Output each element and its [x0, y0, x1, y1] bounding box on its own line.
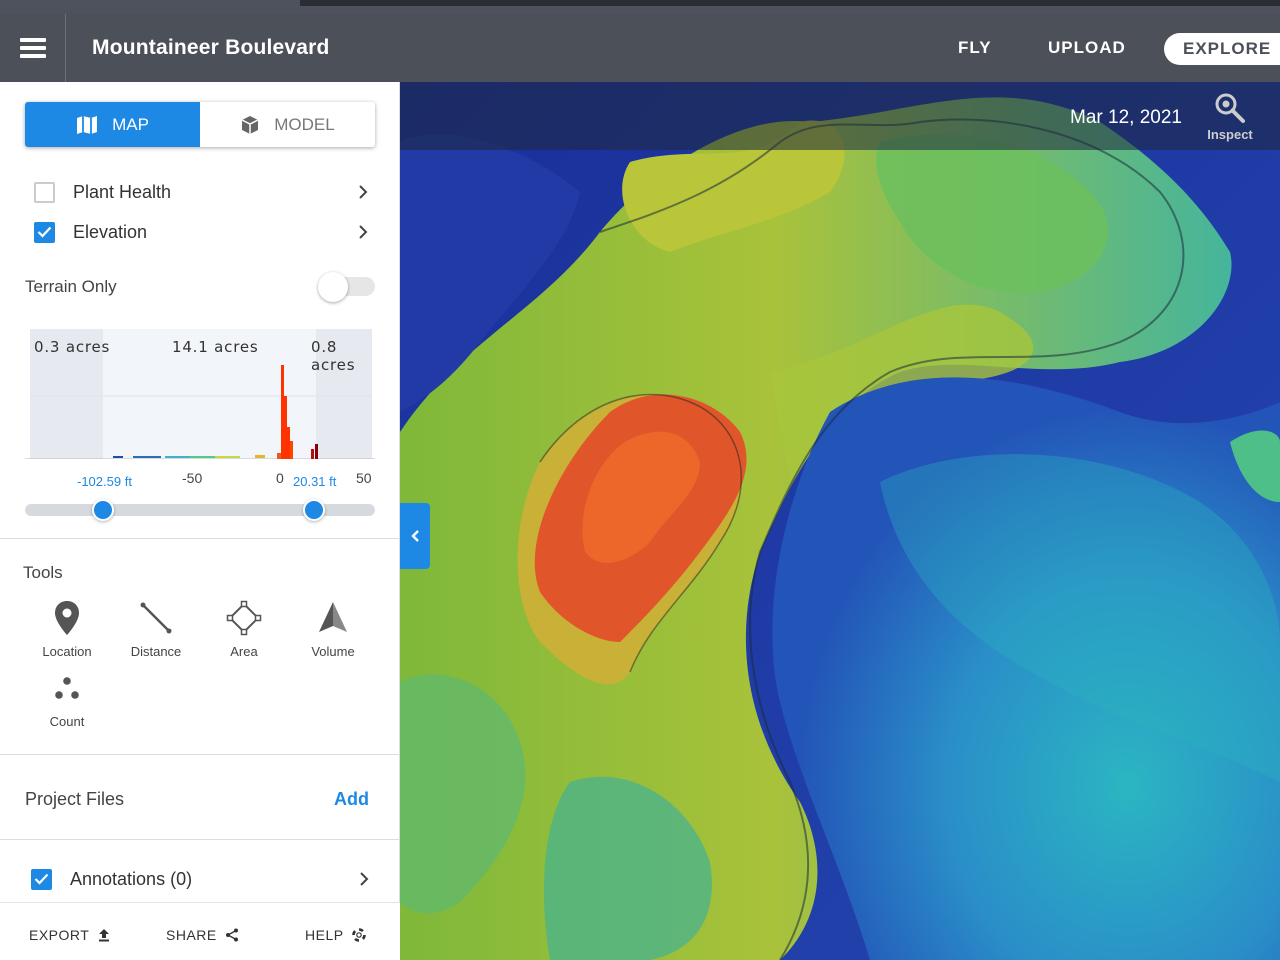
annotations-checkbox[interactable]	[31, 868, 52, 890]
upload-arrow-icon	[99, 929, 110, 942]
chevron-right-icon	[359, 185, 368, 199]
terrain-only-label: Terrain Only	[25, 277, 117, 296]
tick-50: 50	[356, 470, 372, 486]
tick-0: 0	[276, 470, 284, 486]
elevation-checkbox[interactable]	[34, 221, 55, 243]
map-view-label: MAP	[112, 114, 149, 134]
tool-count-label: Count	[49, 714, 85, 729]
elevation-map-image	[400, 82, 1280, 960]
top-bar	[300, 0, 1280, 6]
nav-fly[interactable]: FLY	[958, 14, 992, 82]
hamburger-icon	[19, 38, 46, 58]
share-button[interactable]: SHARE	[166, 927, 239, 943]
layer-plant-health[interactable]: Plant Health	[34, 180, 370, 204]
export-label: EXPORT	[29, 927, 90, 943]
divider	[0, 839, 400, 840]
inspect-button[interactable]: Inspect	[1205, 92, 1255, 142]
view-toggle: MAP MODEL	[25, 102, 375, 147]
tool-distance-label: Distance	[130, 644, 182, 659]
nav-upload[interactable]: UPLOAD	[1048, 14, 1126, 82]
collapse-sidebar-button[interactable]	[400, 503, 430, 569]
tool-area-label: Area	[230, 644, 258, 659]
chevron-right-icon	[359, 225, 368, 239]
capture-date: Mar 12, 2021	[1070, 107, 1182, 128]
terrain-only-toggle[interactable]	[318, 272, 375, 302]
acres-left: 0.3 acres	[34, 338, 111, 356]
tool-area[interactable]: Area	[204, 596, 284, 662]
elevation-range-slider[interactable]	[25, 499, 375, 521]
help-button[interactable]: HELP	[305, 927, 366, 943]
tools-title: Tools	[23, 563, 63, 582]
project-files-add-button[interactable]: Add	[334, 789, 369, 810]
acres-right: 0.8 acres	[311, 338, 356, 374]
map-icon	[77, 115, 98, 134]
plant-health-label: Plant Health	[73, 181, 172, 202]
tool-location-label: Location	[42, 644, 92, 659]
sidebar-footer: EXPORT SHARE HELP	[0, 902, 400, 960]
project-title: Mountaineer Boulevard	[92, 36, 330, 59]
elevation-map[interactable]: Mar 12, 2021 Inspect	[400, 82, 1280, 960]
lifebuoy-icon	[351, 928, 366, 942]
area-polygon-icon	[226, 600, 262, 636]
sidebar: MAP MODEL Plant Health Elevation Terrain…	[0, 82, 400, 960]
app-header: Mountaineer Boulevard FLY UPLOAD EXPLORE	[0, 14, 1280, 82]
tool-volume[interactable]: Volume	[293, 596, 373, 662]
check-icon	[37, 226, 52, 238]
chevron-left-icon	[411, 530, 419, 542]
count-dots-icon	[55, 677, 79, 699]
annotations-row[interactable]: Annotations (0)	[31, 867, 371, 891]
share-label: SHARE	[166, 927, 217, 943]
model-view-button[interactable]: MODEL	[200, 102, 375, 147]
layer-elevation[interactable]: Elevation	[34, 220, 370, 244]
elevation-histogram: 0.3 acres 14.1 acres 0.8 acres -50 0 50 …	[25, 329, 375, 489]
inspect-magnifier-icon	[1215, 93, 1245, 123]
slider-low-handle[interactable]	[92, 499, 114, 521]
elevation-label: Elevation	[73, 221, 148, 242]
acres-middle: 14.1 acres	[172, 338, 259, 356]
share-icon	[225, 928, 238, 942]
help-label: HELP	[305, 927, 344, 943]
distance-line-icon	[140, 602, 172, 634]
tool-count[interactable]: Count	[27, 666, 107, 732]
low-elevation-value: -102.59 ft	[77, 474, 132, 489]
export-button[interactable]: EXPORT	[29, 927, 111, 943]
tick-neg50: -50	[182, 470, 203, 486]
top-strip	[0, 0, 1280, 14]
inspect-label: Inspect	[1207, 127, 1253, 142]
location-pin-icon	[55, 601, 79, 635]
tool-location[interactable]: Location	[27, 596, 107, 662]
slider-high-handle[interactable]	[303, 499, 325, 521]
map-view-button[interactable]: MAP	[25, 102, 200, 147]
tool-distance[interactable]: Distance	[116, 596, 196, 662]
model-view-label: MODEL	[274, 114, 335, 134]
plant-health-checkbox[interactable]	[34, 181, 55, 203]
project-files-title: Project Files	[25, 789, 125, 809]
divider	[0, 538, 400, 539]
annotations-label: Annotations (0)	[70, 868, 193, 889]
divider	[0, 754, 400, 755]
hamburger-menu-button[interactable]	[0, 14, 66, 82]
volume-pyramid-icon	[319, 602, 347, 632]
chevron-right-icon	[360, 872, 369, 886]
check-icon	[34, 873, 49, 885]
cube-icon	[241, 115, 259, 134]
nav-explore[interactable]: EXPLORE	[1164, 33, 1280, 65]
tool-volume-label: Volume	[311, 644, 355, 659]
high-elevation-value: 20.31 ft	[293, 474, 337, 489]
